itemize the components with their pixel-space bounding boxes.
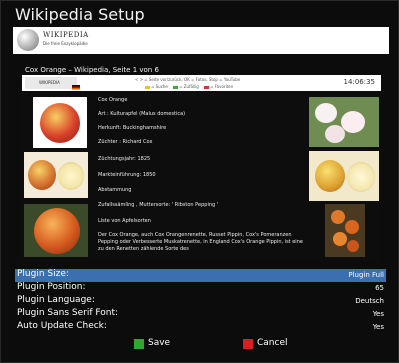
red-key-icon (204, 85, 210, 89)
setting-sans-serif-font[interactable]: Plugin Sans Serif Font: Yes (15, 308, 386, 321)
window-title: Wikipedia Setup (15, 5, 145, 24)
setting-label: Auto Update Check: (17, 321, 107, 331)
article-title: Cox Orange (98, 97, 128, 103)
field-muttersorte: Zufallssämling , Muttersorte: ' Ribston … (98, 202, 219, 208)
green-key-icon (173, 85, 179, 89)
setting-auto-update-check[interactable]: Auto Update Check: Yes (15, 321, 386, 334)
preview-clock: 14:06:35 (343, 78, 375, 86)
apple-image-3 (24, 204, 88, 257)
setting-plugin-language[interactable]: Plugin Language: Deutsch (15, 295, 386, 308)
wikipedia-globe-icon (17, 29, 39, 51)
setting-plugin-size[interactable]: Plugin Size: Plugin Full (15, 269, 386, 282)
setting-label: Plugin Sans Serif Font: (17, 308, 118, 318)
wikipedia-small-logo-text: WIKIPEDIA (39, 80, 60, 85)
wikipedia-logo-text: WIKIPEDIA (43, 31, 89, 39)
field-art: Art : Kulturapfel (Malus domestica) (98, 111, 186, 117)
apple-image-2 (24, 152, 88, 198)
setting-label: Plugin Size: (17, 269, 69, 279)
field-markteinfuehrung: Markteinführung: 1850 (98, 172, 156, 178)
hint-suche: = Suche (151, 84, 168, 89)
wikipedia-logo-subtitle: Die freie Enzyklopädie (43, 41, 88, 46)
apple-blossom-image (309, 97, 379, 147)
setting-value: Yes (372, 323, 384, 331)
cancel-button-label: Cancel (257, 338, 288, 348)
preview-panel: WIKIPEDIA < > = Seite vor/zurück, OK = F… (22, 75, 381, 262)
save-button-label: Save (148, 338, 171, 348)
field-zuechter: Züchter : Richard Cox (98, 139, 153, 145)
setting-plugin-position[interactable]: Plugin Position: 65 (15, 282, 386, 295)
setting-value: Yes (372, 310, 384, 318)
wikipedia-banner: WIKIPEDIA Die freie Enzyklopädie (13, 27, 389, 54)
red-key-icon (243, 339, 253, 349)
article-description: Der Cox Orange, auch Cox Orangenrenette,… (98, 232, 303, 252)
preview-hint-colors: = Suche = Zufällig = Favoriten (145, 84, 233, 89)
field-abstammung: Abstammung (98, 187, 132, 193)
apple-image-5 (309, 151, 379, 201)
setting-label: Plugin Position: (17, 282, 86, 292)
green-key-icon (134, 339, 144, 349)
field-zuechtungsjahr: Züchtungsjahr: 1825 (98, 156, 151, 162)
wikipedia-small-logo: WIKIPEDIA (25, 77, 77, 89)
german-flag-icon (72, 85, 80, 90)
preview-hint-navigation: < > = Seite vor/zurück, OK = Fotos, Stop… (135, 77, 241, 82)
setting-value: Plugin Full (348, 271, 384, 279)
hint-zufall: = Zufällig (179, 84, 199, 89)
yellow-key-icon (145, 85, 150, 89)
setup-window: Wikipedia Setup WIKIPEDIA Die freie Enzy… (0, 0, 399, 363)
field-herkunft: Herkunft: Buckinghamshire (98, 125, 167, 131)
apple-tree-image (325, 204, 365, 257)
setting-value: Deutsch (355, 297, 384, 305)
setting-value: 65 (375, 284, 384, 292)
hint-favoriten: = Favoriten (210, 84, 234, 89)
preview-page-info: Cox Orange – Wikipedia, Seite 1 von 6 (25, 66, 159, 74)
setting-label: Plugin Language: (17, 295, 95, 305)
apple-image-1 (33, 97, 87, 148)
list-link[interactable]: Liste von Apfelsorten (98, 218, 151, 224)
preview-topbar: WIKIPEDIA < > = Seite vor/zurück, OK = F… (22, 75, 381, 91)
